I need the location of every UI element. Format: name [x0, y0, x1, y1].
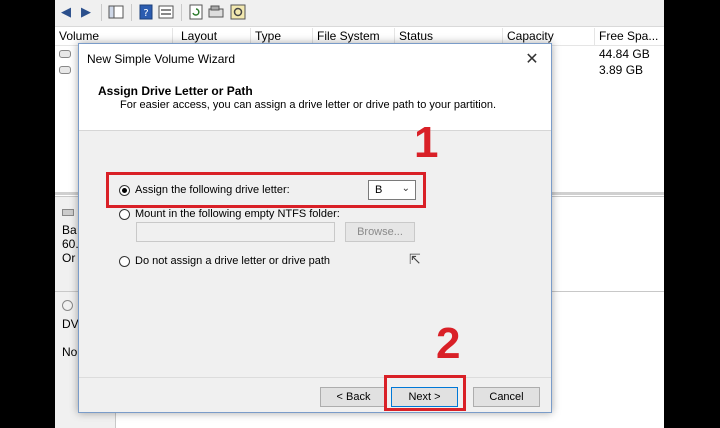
- free-space-value: 44.84 GB: [599, 47, 650, 61]
- highlight-box-assign-letter: [106, 172, 426, 208]
- step-number-2: 2: [436, 319, 461, 368]
- page-title: Assign Drive Letter or Path: [98, 84, 253, 98]
- footer-divider: [79, 377, 551, 378]
- disk-name: DV: [62, 317, 79, 331]
- radio-unselected[interactable]: [119, 208, 130, 220]
- refresh-icon[interactable]: [187, 3, 205, 21]
- properties-icon[interactable]: [157, 3, 175, 21]
- disk-status: Or: [62, 251, 76, 265]
- wizard-header: Assign Drive Letter or Path For easier a…: [79, 74, 551, 131]
- settings-icon[interactable]: [229, 3, 247, 21]
- no-assign-label: Do not assign a drive letter or drive pa…: [135, 255, 331, 267]
- mouse-cursor-icon: ⇱: [409, 252, 421, 268]
- help-icon[interactable]: ?: [137, 3, 155, 21]
- column-free-space[interactable]: Free Spa...: [595, 28, 664, 45]
- dialog-titlebar: New Simple Volume Wizard ✕: [79, 44, 551, 74]
- dialog-title: New Simple Volume Wizard: [87, 52, 236, 66]
- volume-icon: [59, 50, 71, 58]
- step-number-1: 1: [414, 118, 439, 167]
- highlight-box-next: [384, 375, 466, 411]
- toolbar: ◀ ▶ ?: [55, 0, 664, 27]
- disk-size: 60.: [62, 237, 79, 251]
- folder-path-field[interactable]: [136, 222, 335, 242]
- page-subtitle: For easier access, you can assign a driv…: [120, 99, 497, 111]
- back-arrow-icon[interactable]: ◀: [57, 3, 75, 21]
- mount-folder-label: Mount in the following empty NTFS folder…: [135, 208, 340, 220]
- browse-button[interactable]: Browse...: [345, 222, 415, 242]
- volume-icon: [59, 66, 71, 74]
- disk-icon: [62, 209, 74, 216]
- no-assign-option[interactable]: Do not assign a drive letter or drive pa…: [119, 255, 330, 267]
- back-button[interactable]: < Back: [320, 387, 387, 407]
- close-icon[interactable]: ✕: [521, 48, 543, 70]
- disk-status: No: [62, 345, 78, 359]
- radio-unselected[interactable]: [119, 255, 130, 267]
- forward-arrow-icon[interactable]: ▶: [77, 3, 95, 21]
- mount-folder-option[interactable]: Mount in the following empty NTFS folder…: [119, 208, 340, 220]
- console-tree-icon[interactable]: [107, 3, 125, 21]
- disk-icon[interactable]: [207, 3, 225, 21]
- disk-name: Ba: [62, 223, 77, 237]
- new-simple-volume-wizard-dialog: New Simple Volume Wizard ✕ Assign Drive …: [78, 43, 552, 413]
- dvd-icon: [62, 300, 73, 311]
- free-space-value: 3.89 GB: [599, 63, 644, 77]
- cancel-button[interactable]: Cancel: [473, 387, 540, 407]
- svg-text:?: ?: [143, 8, 148, 19]
